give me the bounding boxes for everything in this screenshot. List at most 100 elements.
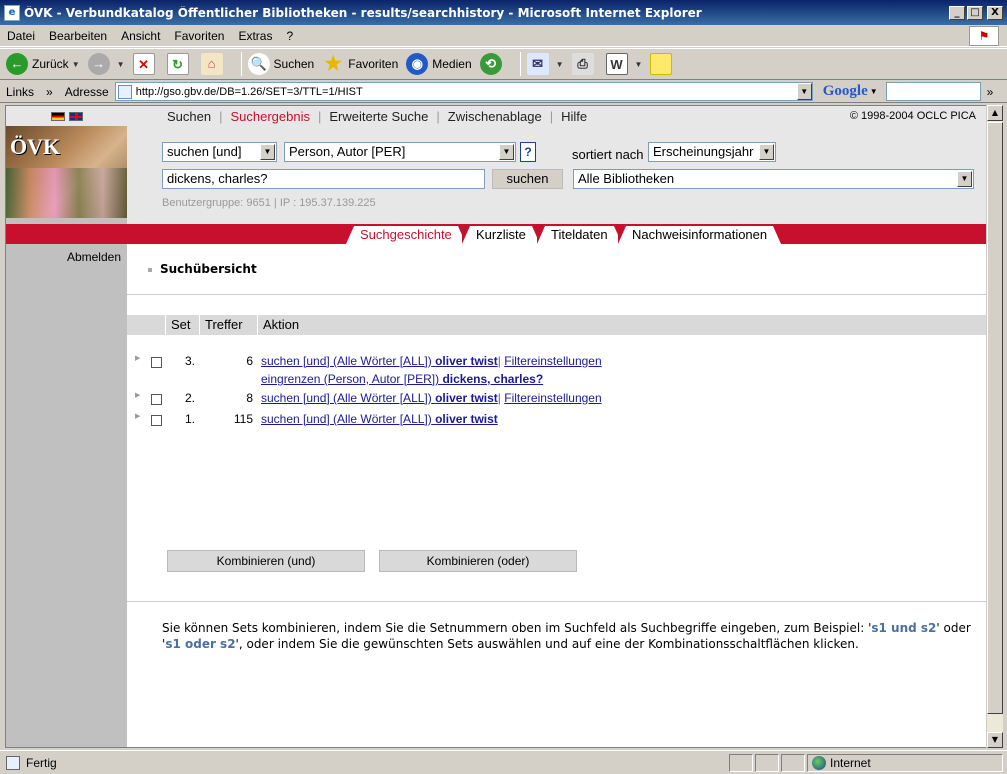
back-label: Zurück — [32, 57, 69, 71]
links-expand-icon[interactable]: » — [40, 85, 59, 99]
menu-favoriten[interactable]: Favoriten — [167, 29, 231, 43]
nav-suchergebnis[interactable]: Suchergebnis — [222, 109, 318, 124]
operator-select[interactable]: suchen [und] ▼ — [162, 142, 277, 162]
combine-and-button[interactable]: Kombinieren (und) — [167, 550, 365, 572]
tab-suchgeschichte[interactable]: Suchgeschichte — [346, 226, 466, 244]
refine-link[interactable]: eingrenzen (Person, Autor [PER]) dickens… — [261, 372, 543, 386]
operator-dropdown-icon[interactable]: ▼ — [260, 144, 275, 160]
search-link-term: oliver twist — [435, 354, 498, 368]
vertical-scrollbar[interactable]: ▲ ▼ — [986, 105, 1003, 748]
help-icon[interactable]: ? — [520, 142, 536, 162]
bullet-icon — [148, 267, 152, 272]
field-value: Person, Autor [PER] — [289, 144, 406, 159]
history-button[interactable]: ⟲ — [479, 53, 506, 75]
page-status-icon — [6, 755, 20, 770]
library-photo — [6, 168, 127, 218]
search-form: suchen [und] ▼ Person, Autor [PER] ▼ ? s… — [127, 126, 986, 224]
search-input[interactable]: dickens, charles? — [162, 169, 485, 189]
row-checkbox[interactable] — [151, 394, 162, 405]
edit-dropdown-icon[interactable]: ▼ — [635, 60, 643, 69]
logout-link[interactable]: Abmelden — [6, 244, 127, 264]
scroll-up-icon[interactable]: ▲ — [987, 105, 1003, 121]
search-link[interactable]: suchen [und] (Alle Wörter [ALL]) oliver … — [261, 354, 498, 368]
library-select[interactable]: Alle Bibliotheken ▼ — [573, 169, 974, 189]
search-link[interactable]: suchen [und] (Alle Wörter [ALL]) oliver … — [261, 412, 498, 426]
google-search-input[interactable] — [885, 82, 981, 101]
address-dropdown-icon[interactable]: ▼ — [796, 83, 812, 100]
menu-ansicht[interactable]: Ansicht — [114, 29, 167, 43]
forward-dropdown-icon[interactable]: ▼ — [117, 60, 125, 69]
menu-help[interactable]: ? — [279, 29, 300, 43]
refresh-button[interactable]: ↻ — [166, 53, 193, 75]
copyright-text: © 1998-2004 OCLC PICA — [849, 110, 976, 122]
search-submit-button[interactable]: suchen — [492, 169, 563, 189]
search-link[interactable]: suchen [und] (Alle Wörter [ALL]) oliver … — [261, 391, 498, 405]
search-link-prefix: suchen [und] (Alle Wörter [ALL]) — [261, 391, 432, 405]
filter-link[interactable]: Filtereinstellungen — [504, 354, 601, 368]
help-code-example: s1 und s2 — [871, 621, 937, 635]
field-dropdown-icon[interactable]: ▼ — [499, 144, 514, 160]
tab-titeldaten[interactable]: Titeldaten — [537, 226, 622, 244]
status-text: Fertig — [26, 755, 57, 770]
address-input[interactable]: http://gso.gbv.de/DB=1.26/SET=3/TTL=1/HI… — [114, 82, 813, 101]
menu-extras[interactable]: Extras — [231, 29, 279, 43]
media-label: Medien — [432, 57, 472, 71]
notes-button[interactable] — [650, 53, 676, 75]
home-button[interactable]: ⌂ — [200, 53, 227, 75]
library-value: Alle Bibliotheken — [578, 171, 675, 186]
status-bar: Fertig Internet — [0, 750, 1007, 774]
zone-label: Internet — [830, 755, 871, 770]
row-checkbox[interactable] — [151, 357, 162, 368]
stop-icon: ✕ — [132, 53, 155, 75]
back-button[interactable]: ← Zurück ▼ — [6, 53, 80, 75]
google-expand-icon[interactable]: » — [981, 85, 1000, 99]
close-button[interactable]: X — [987, 5, 1003, 20]
nav-erweiterte-suche[interactable]: Erweiterte Suche — [321, 109, 436, 124]
col-set: Set — [165, 315, 199, 335]
sidebar-red-strip — [6, 224, 127, 244]
library-dropdown-icon[interactable]: ▼ — [957, 171, 972, 187]
combine-or-button[interactable]: Kombinieren (oder) — [379, 550, 577, 572]
favorites-button[interactable]: ★ Favoriten — [322, 53, 398, 75]
minimize-button[interactable]: _ — [949, 5, 965, 20]
row-checkbox[interactable] — [151, 415, 162, 426]
sort-dropdown-icon[interactable]: ▼ — [759, 144, 774, 160]
col-aktion: Aktion — [257, 315, 986, 335]
scroll-thumb[interactable] — [987, 122, 1003, 714]
mail-button[interactable]: ✉ ▼ — [526, 53, 564, 75]
search-button[interactable]: 🔍 Suchen — [247, 53, 314, 75]
maximize-button[interactable]: □ — [967, 5, 983, 20]
back-arrow-icon: ← — [6, 53, 28, 75]
nav-suchen[interactable]: Suchen — [159, 109, 219, 124]
sort-select[interactable]: Erscheinungsjahr ▼ — [648, 142, 776, 162]
history-icon: ⟲ — [479, 53, 502, 75]
logo-text: ÖVK — [10, 134, 61, 159]
links-label[interactable]: Links — [0, 85, 40, 99]
uk-flag-icon[interactable] — [68, 111, 83, 121]
page-viewport: ÖVK Abmelden Suchen | Suchergebnis | Erw… — [5, 105, 987, 748]
scroll-down-icon[interactable]: ▼ — [987, 732, 1003, 748]
print-button[interactable]: ⎙ — [571, 53, 598, 75]
status-cell — [729, 753, 753, 772]
google-logo[interactable]: Google — [823, 83, 868, 100]
field-select[interactable]: Person, Autor [PER] ▼ — [284, 142, 516, 162]
menu-bearbeiten[interactable]: Bearbeiten — [42, 29, 114, 43]
mail-dropdown-icon[interactable]: ▼ — [556, 60, 564, 69]
back-dropdown-icon[interactable]: ▼ — [72, 60, 80, 69]
refine-link-prefix: eingrenzen (Person, Autor [PER]) — [261, 372, 440, 386]
edit-button[interactable]: W ▼ — [605, 53, 643, 75]
tab-kurzliste[interactable]: Kurzliste — [462, 226, 540, 244]
tab-nachweisinformationen[interactable]: Nachweisinformationen — [617, 226, 782, 244]
forward-button[interactable]: → ▼ — [87, 53, 125, 75]
german-flag-icon[interactable] — [50, 111, 65, 121]
nav-zwischenablage[interactable]: Zwischenablage — [440, 109, 550, 124]
left-sidebar: ÖVK Abmelden — [6, 106, 127, 747]
menu-datei[interactable]: Datei — [0, 29, 42, 43]
nav-hilfe[interactable]: Hilfe — [553, 109, 595, 124]
stop-button[interactable]: ✕ — [132, 53, 159, 75]
refine-link-term: dickens, charles? — [442, 372, 544, 386]
media-button[interactable]: ◉ Medien — [406, 53, 472, 75]
filter-link[interactable]: Filtereinstellungen — [504, 391, 601, 405]
google-dropdown-icon[interactable]: ▼ — [870, 87, 878, 96]
help-text-part: ', oder indem Sie die gewünschten Sets a… — [235, 637, 859, 651]
